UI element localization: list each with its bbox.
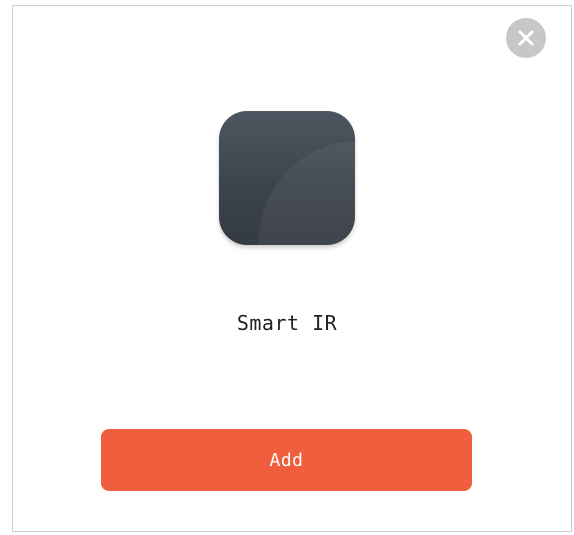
device-name: Smart IR [236, 311, 338, 335]
close-icon [518, 30, 534, 46]
smart-ir-device-icon [219, 111, 355, 245]
icon-sheen [259, 141, 355, 245]
add-button[interactable]: Add [101, 429, 472, 491]
close-button[interactable] [506, 18, 546, 58]
